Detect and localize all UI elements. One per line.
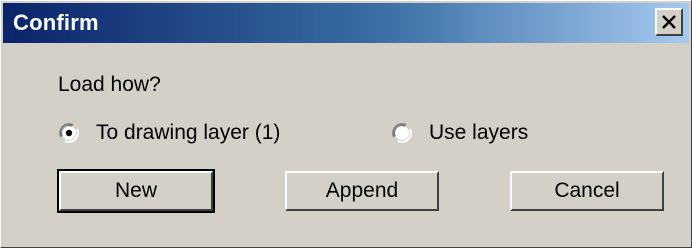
close-button[interactable]: [655, 8, 683, 36]
confirm-dialog: Confirm Load how? To drawing layer (1) U…: [0, 0, 692, 248]
radio-selected-icon[interactable]: [58, 122, 80, 144]
radio-label-use-layers: Use layers: [429, 121, 529, 144]
radio-use-layers[interactable]: Use layers: [391, 121, 528, 145]
append-button[interactable]: Append: [285, 171, 439, 211]
radio-unselected-icon[interactable]: [391, 122, 413, 144]
cancel-button[interactable]: Cancel: [510, 171, 664, 211]
new-button[interactable]: New: [57, 169, 215, 213]
close-icon: [661, 15, 677, 29]
dialog-title: Confirm: [13, 10, 99, 35]
radio-to-drawing-layer[interactable]: To drawing layer (1): [58, 121, 280, 145]
radio-label-to-drawing-layer: To drawing layer (1): [96, 121, 281, 144]
prompt-label: Load how?: [58, 73, 161, 96]
title-bar[interactable]: Confirm: [3, 3, 689, 43]
